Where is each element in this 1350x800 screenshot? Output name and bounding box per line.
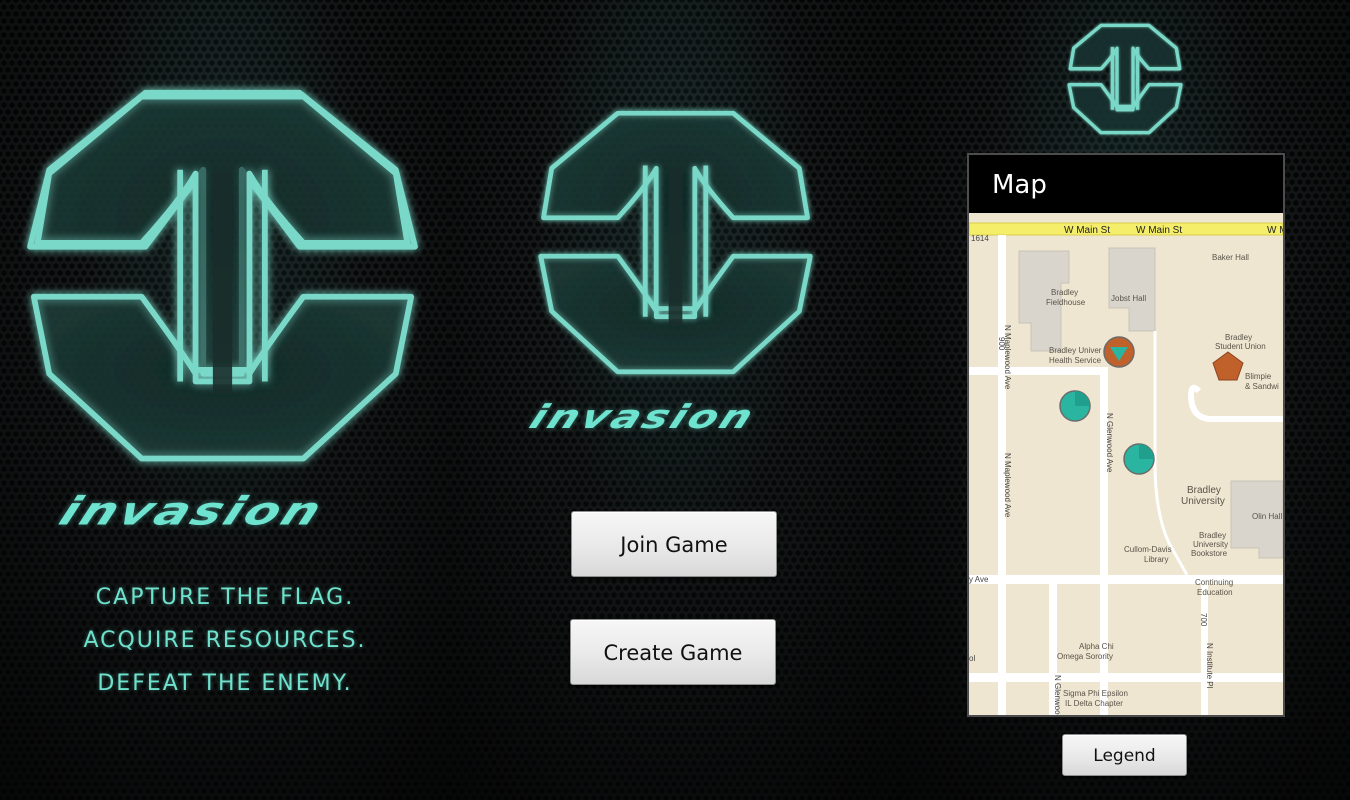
place-label: IL Delta Chapter [1065,699,1123,708]
invasion-emblem-icon [538,105,813,380]
tagline-acquire: ACQUIRE RESOURCES. [83,628,367,653]
place-label: Blimpie [1245,372,1272,381]
place-label: Alpha Chi [1079,642,1114,651]
place-label: Bradley [1187,485,1221,496]
street-label: W M [1267,225,1283,236]
legend-button[interactable]: Legend [1062,734,1187,776]
place-label: Bradley [1051,288,1078,297]
place-label: Student Union [1215,342,1266,351]
player-marker-1[interactable] [1059,390,1091,422]
tagline-capture: CAPTURE THE FLAG. [95,585,355,610]
invasion-wordmark: invasion [52,488,332,534]
place-label: Bradley [1199,531,1226,540]
street-label: N Glenwood Ave [1105,413,1114,473]
create-game-button[interactable]: Create Game [570,619,776,685]
splash-screen: invasion CAPTURE THE FLAG. ACQUIRE RESOU… [0,0,450,800]
place-label: & Sandwi [1245,382,1279,391]
street-number: 1614 [971,234,989,243]
place-label: Baker Hall [1212,253,1249,262]
invasion-wordmark: invasion [524,397,762,436]
place-label: University [1181,496,1225,507]
street-label: N Maplewood Ave [1003,453,1012,518]
street-label: N Maplewood Ave [1003,325,1012,390]
w-main-st-road [969,222,1283,236]
street-label: N Glenwood [1053,675,1062,715]
street-label: ol [969,654,975,663]
map-panel: Map W Main St W Main St W M 1614 N Maple… [967,153,1285,717]
menu-screen: invasion Join Game Create Game [450,0,900,800]
invasion-emblem-icon [27,85,418,470]
street-label: y Ave [969,575,989,584]
place-label: Fieldhouse [1046,298,1086,307]
place-label: Health Service [1049,356,1102,365]
player-marker-2[interactable] [1123,443,1155,475]
place-label: Cullom-Davis [1124,545,1172,554]
place-label: Continuing [1195,578,1233,587]
place-label: Bookstore [1191,549,1228,558]
street-number: 900 [997,337,1006,351]
join-game-button[interactable]: Join Game [571,511,777,577]
street-number: 700 [1199,613,1208,627]
enemy-flag-marker[interactable] [1103,336,1135,368]
place-label: Library [1144,555,1168,564]
place-label: Jobst Hall [1111,294,1146,303]
street-label: W Main St [1136,225,1182,236]
tagline-defeat: DEFEAT THE ENEMY. [97,671,353,696]
map-title: Map [969,155,1283,213]
place-label: Bradley Univer [1049,346,1102,355]
place-label: Sigma Phi Epsilon [1063,689,1128,698]
street-label: W Main St [1064,225,1110,236]
bradley-ave-road [969,575,1283,584]
place-label: Education [1197,588,1233,597]
connector-road [969,367,1108,375]
place-label: Olin Hall [1252,512,1282,521]
map-view[interactable]: W Main St W Main St W M 1614 N Maplewood… [969,213,1283,715]
street-label: N Institute Pl [1205,643,1214,689]
lower-road [969,673,1283,682]
place-label: Bradley [1225,333,1252,342]
invasion-emblem-icon [1067,22,1183,136]
place-label: Omega Sorority [1057,652,1113,661]
place-label: University [1193,540,1228,549]
